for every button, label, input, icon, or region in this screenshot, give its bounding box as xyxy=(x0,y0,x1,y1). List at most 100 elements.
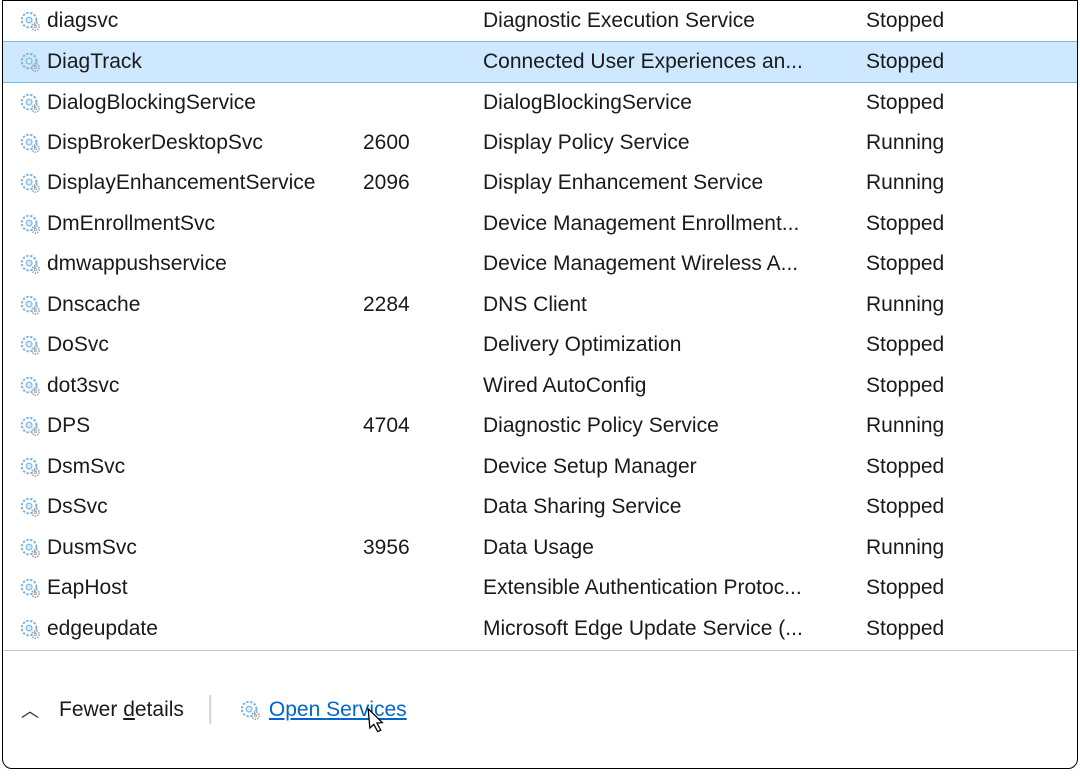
service-pid xyxy=(363,82,471,123)
service-description: Connected User Experiences an... xyxy=(471,42,866,83)
service-row[interactable]: diagsvc Diagnostic Execution ServiceStopp… xyxy=(3,1,1077,42)
gear-icon xyxy=(239,699,261,721)
service-description: Microsoft Edge Update Service (... xyxy=(471,609,866,650)
open-services-link[interactable]: Open Services xyxy=(239,698,407,722)
gear-icon xyxy=(19,92,41,114)
service-description: Display Enhancement Service xyxy=(471,163,866,204)
service-pid xyxy=(363,568,471,609)
service-pid xyxy=(363,325,471,366)
gear-icon xyxy=(19,577,41,599)
service-description: Device Setup Manager xyxy=(471,447,866,488)
service-status: Running xyxy=(866,123,1077,164)
service-row[interactable]: edgeupdate Microsoft Edge Update Service … xyxy=(3,609,1077,650)
gear-icon xyxy=(19,10,41,32)
service-pid: 2096 xyxy=(363,163,471,204)
service-description: Data Usage xyxy=(471,528,866,569)
service-name: DmEnrollmentSvc xyxy=(47,212,215,236)
service-pid xyxy=(363,42,471,83)
divider: │ xyxy=(204,696,219,724)
service-description: Device Management Enrollment... xyxy=(471,204,866,245)
service-name: dot3svc xyxy=(47,374,119,398)
gear-icon xyxy=(19,415,41,437)
services-table[interactable]: diagsvcDiagnostic Execution ServiceStopp… xyxy=(3,1,1077,649)
service-description: Device Management Wireless A... xyxy=(471,244,866,285)
service-status: Stopped xyxy=(866,244,1077,285)
service-description: Extensible Authentication Protoc... xyxy=(471,568,866,609)
service-row[interactable]: DoSvc Delivery OptimizationStopped xyxy=(3,325,1077,366)
service-row[interactable]: DmEnrollmentSvc Device Management Enrollm… xyxy=(3,204,1077,245)
service-status: Running xyxy=(866,163,1077,204)
service-row[interactable]: dmwappushservice Device Management Wirele… xyxy=(3,244,1077,285)
service-description: Delivery Optimization xyxy=(471,325,866,366)
service-name: Dnscache xyxy=(47,293,140,317)
service-pid xyxy=(363,366,471,407)
gear-icon xyxy=(19,172,41,194)
service-name: DialogBlockingService xyxy=(47,91,256,115)
service-row[interactable]: dot3svc Wired AutoConfigStopped xyxy=(3,366,1077,407)
service-pid xyxy=(363,487,471,528)
service-status: Stopped xyxy=(866,609,1077,650)
service-name: DisplayEnhancementService xyxy=(47,171,315,195)
service-row[interactable]: DiagTrack Connected User Experiences an..… xyxy=(3,42,1077,83)
service-name: DusmSvc xyxy=(47,536,137,560)
service-row[interactable]: DispBrokerDesktopSvc 2600Display Policy S… xyxy=(3,123,1077,164)
service-name: DispBrokerDesktopSvc xyxy=(47,131,263,155)
gear-icon xyxy=(19,496,41,518)
service-status: Running xyxy=(866,406,1077,447)
service-row[interactable]: DusmSvc 3956Data UsageRunning xyxy=(3,528,1077,569)
gear-icon xyxy=(19,456,41,478)
service-status: Stopped xyxy=(866,42,1077,83)
service-description: Data Sharing Service xyxy=(471,487,866,528)
service-status: Stopped xyxy=(866,204,1077,245)
service-status: Running xyxy=(866,528,1077,569)
gear-icon xyxy=(19,375,41,397)
gear-icon xyxy=(19,334,41,356)
service-name: DiagTrack xyxy=(47,50,142,74)
gear-icon xyxy=(19,537,41,559)
service-row[interactable]: Dnscache2284DNS ClientRunning xyxy=(3,285,1077,326)
gear-icon xyxy=(19,51,41,73)
service-description: DialogBlockingService xyxy=(471,82,866,123)
service-status: Stopped xyxy=(866,568,1077,609)
service-status: Stopped xyxy=(866,1,1077,42)
gear-icon xyxy=(19,253,41,275)
service-row[interactable]: DsmSvc Device Setup ManagerStopped xyxy=(3,447,1077,488)
service-status: Stopped xyxy=(866,447,1077,488)
service-status: Stopped xyxy=(866,82,1077,123)
service-pid: 3956 xyxy=(363,528,471,569)
service-pid xyxy=(363,609,471,650)
service-row[interactable]: EapHost Extensible Authentication Protoc.… xyxy=(3,568,1077,609)
service-pid xyxy=(363,1,471,42)
service-pid xyxy=(363,204,471,245)
service-row[interactable]: DsSvcData Sharing ServiceStopped xyxy=(3,487,1077,528)
service-name: DsmSvc xyxy=(47,455,125,479)
service-pid xyxy=(363,447,471,488)
service-pid: 2600 xyxy=(363,123,471,164)
service-pid xyxy=(363,244,471,285)
service-description: Diagnostic Execution Service xyxy=(471,1,866,42)
service-name: dmwappushservice xyxy=(47,252,227,276)
service-description: Display Policy Service xyxy=(471,123,866,164)
gear-icon xyxy=(19,618,41,640)
service-row[interactable]: DialogBlockingService DialogBlockingServi… xyxy=(3,82,1077,123)
footer-bar: ︿ Fewer details │ Open Services xyxy=(3,650,1077,768)
service-name: DoSvc xyxy=(47,333,109,357)
service-status: Stopped xyxy=(866,325,1077,366)
gear-icon xyxy=(19,213,41,235)
service-status: Stopped xyxy=(866,366,1077,407)
service-description: DNS Client xyxy=(471,285,866,326)
service-status: Running xyxy=(866,285,1077,326)
fewer-details-link[interactable]: Fewer details xyxy=(59,698,184,722)
service-pid: 4704 xyxy=(363,406,471,447)
chevron-up-icon[interactable]: ︿ xyxy=(21,697,39,723)
service-name: EapHost xyxy=(47,576,128,600)
service-name: edgeupdate xyxy=(47,617,158,641)
service-description: Diagnostic Policy Service xyxy=(471,406,866,447)
gear-icon xyxy=(19,294,41,316)
service-row[interactable]: DisplayEnhancementService 2096Display Enh… xyxy=(3,163,1077,204)
service-name: DsSvc xyxy=(47,495,108,519)
service-name: diagsvc xyxy=(47,9,118,33)
service-row[interactable]: DPS 4704Diagnostic Policy ServiceRunning xyxy=(3,406,1077,447)
service-name: DPS xyxy=(47,414,90,438)
service-description: Wired AutoConfig xyxy=(471,366,866,407)
